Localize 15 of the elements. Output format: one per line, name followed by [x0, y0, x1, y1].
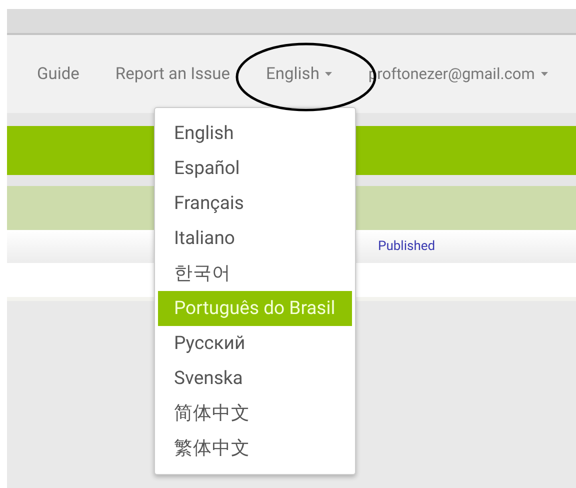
language-option[interactable]: Svenska	[158, 361, 352, 396]
language-option[interactable]: 한국어	[158, 256, 352, 291]
nav-link[interactable]: Guide	[37, 64, 80, 84]
language-option[interactable]: 繁体中文	[158, 431, 352, 466]
language-option[interactable]: English	[158, 116, 352, 151]
language-option[interactable]: Français	[158, 186, 352, 221]
dropdown-button[interactable]: English	[266, 64, 332, 84]
language-option[interactable]: Español	[158, 151, 352, 186]
caret-icon	[540, 72, 548, 76]
language-option[interactable]: 简体中文	[158, 396, 352, 431]
column-header: Published	[378, 239, 436, 254]
caret-icon	[325, 72, 332, 76]
language-option[interactable]: Italiano	[158, 221, 352, 256]
nav-link[interactable]: Report an Issue	[115, 64, 230, 84]
language-option[interactable]: Русский	[158, 326, 352, 361]
